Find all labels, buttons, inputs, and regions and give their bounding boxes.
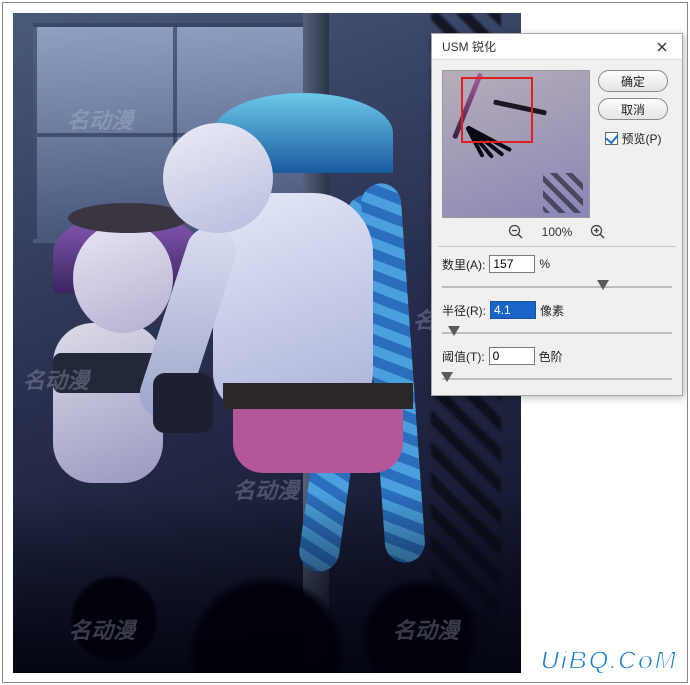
threshold-field: 阈值(T): 色阶 [442,345,672,367]
dialog-titlebar[interactable]: USM 锐化 [432,34,682,60]
amount-slider[interactable] [442,277,672,293]
radius-input[interactable] [490,301,536,319]
preview-highlight-box [461,77,533,143]
canvas-frame: 名动漫 名动漫 名动漫 名动漫 名动漫 名动漫 USM 锐化 [2,2,688,683]
radius-field: 半径(R): 像素 [442,299,672,321]
radius-slider-thumb[interactable] [448,326,460,336]
threshold-input[interactable] [489,347,535,365]
preview-checkbox-label: 预览(P) [622,130,662,147]
amount-unit: % [539,257,550,271]
usm-sharpen-dialog: USM 锐化 确定 取消 预览(P) [431,33,683,396]
ok-button-label: 确定 [621,73,645,90]
radius-label: 半径(R): [442,302,486,319]
cancel-button-label: 取消 [621,101,645,118]
threshold-unit: 色阶 [539,348,563,365]
ok-button[interactable]: 确定 [598,70,668,92]
zoom-level: 100% [542,225,573,239]
preview-checkbox[interactable] [605,132,618,145]
amount-slider-thumb[interactable] [597,280,609,290]
threshold-slider[interactable] [442,369,672,385]
amount-field: 数里(A): % [442,253,672,275]
radius-unit: 像素 [540,302,564,319]
threshold-label: 阈值(T): [442,348,485,365]
dialog-title: USM 锐化 [442,38,648,55]
threshold-slider-thumb[interactable] [441,372,453,382]
cancel-button[interactable]: 取消 [598,98,668,120]
zoom-out-button[interactable] [508,224,524,240]
dialog-body: 确定 取消 预览(P) 100% [432,60,682,395]
zoom-in-icon [590,224,606,240]
zoom-out-icon [508,224,524,240]
zoom-controls: 100% [442,224,672,240]
preview-panel[interactable] [442,70,590,218]
brand-watermark: UiBQ.CoM [540,645,677,676]
preview-checkbox-row[interactable]: 预览(P) [605,130,662,147]
close-button[interactable] [648,37,676,57]
amount-label: 数里(A): [442,256,485,273]
amount-input[interactable] [489,255,535,273]
radius-slider[interactable] [442,323,672,339]
zoom-in-button[interactable] [590,224,606,240]
close-icon [657,42,667,52]
